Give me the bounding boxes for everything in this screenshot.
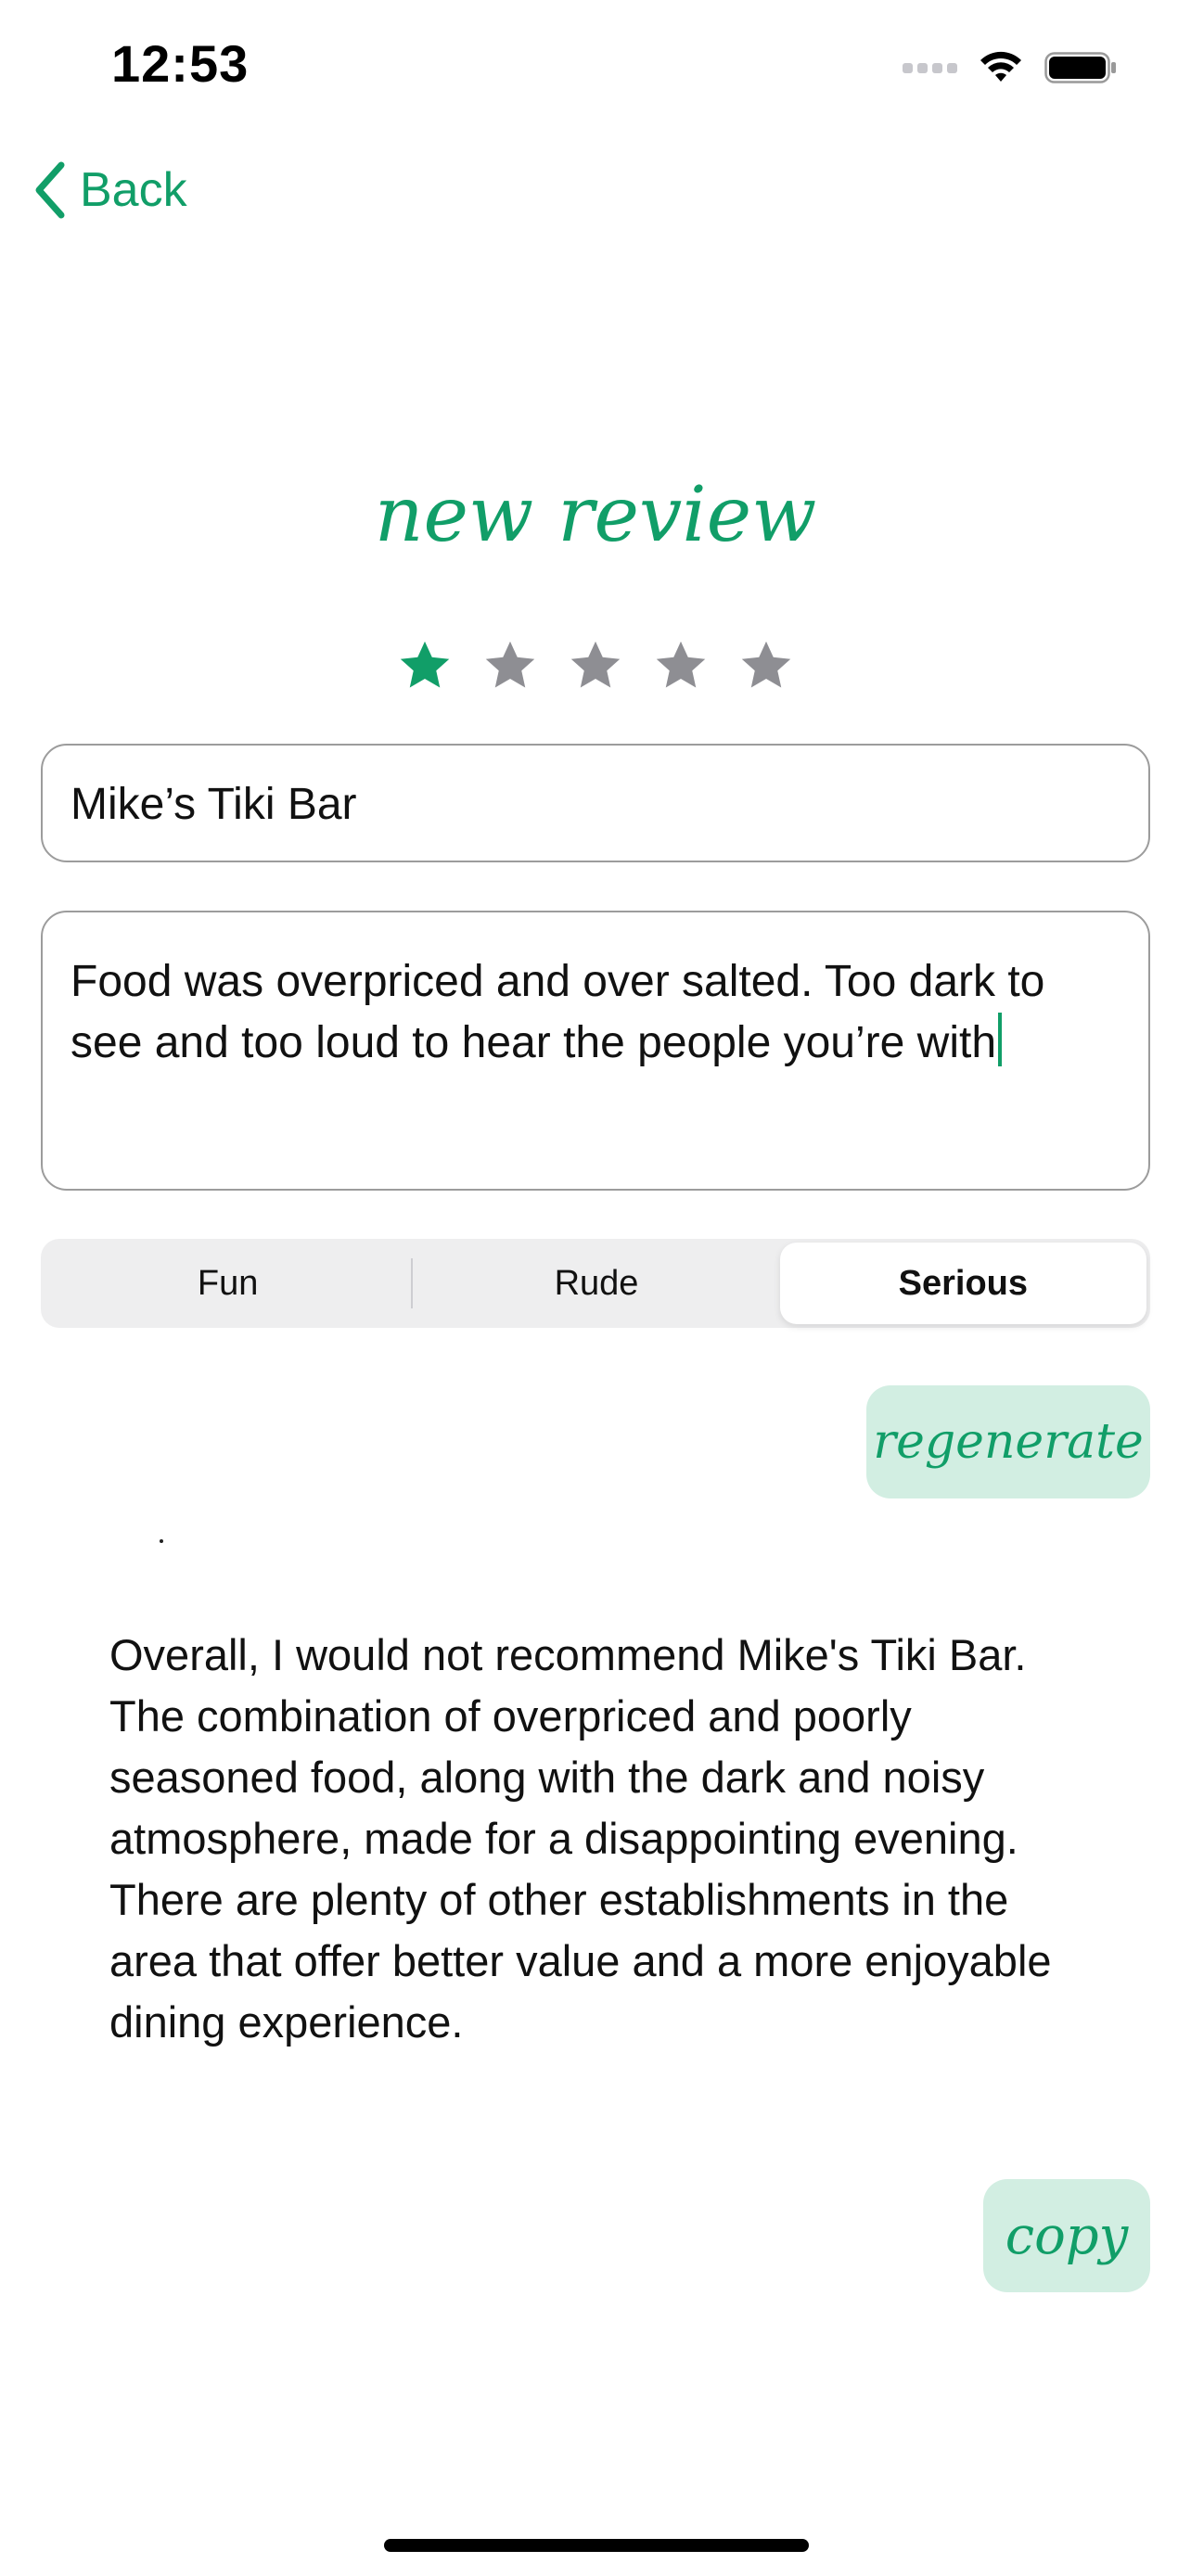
star-icon-4[interactable] xyxy=(653,638,709,694)
tone-segmented-control[interactable]: Fun Rude Serious xyxy=(41,1239,1150,1328)
tone-option-rude[interactable]: Rude xyxy=(413,1243,779,1324)
back-label: Back xyxy=(80,163,187,217)
review-text-value: Food was overpriced and over salted. Too… xyxy=(70,957,1045,1067)
chevron-left-icon xyxy=(35,161,65,219)
tone-option-serious[interactable]: Serious xyxy=(779,1243,1146,1324)
restaurant-name-value: Mike’s Tiki Bar xyxy=(70,780,357,829)
regenerate-button[interactable]: regenerate xyxy=(866,1385,1150,1498)
scroll-remnant-dot xyxy=(160,1539,163,1543)
star-icon-1[interactable] xyxy=(397,638,453,694)
star-icon-3[interactable] xyxy=(568,638,623,694)
battery-icon xyxy=(1044,52,1116,83)
home-indicator[interactable] xyxy=(384,2539,809,2552)
back-button[interactable]: Back xyxy=(33,161,187,219)
status-time: 12:53 xyxy=(111,34,250,93)
restaurant-name-input[interactable]: Mike’s Tiki Bar xyxy=(41,744,1150,862)
copy-button[interactable]: copy xyxy=(983,2179,1150,2292)
text-cursor xyxy=(998,1013,1003,1066)
star-icon-2[interactable] xyxy=(482,638,538,694)
wifi-icon xyxy=(980,51,1021,82)
tone-option-fun[interactable]: Fun xyxy=(45,1243,411,1324)
status-icons xyxy=(903,45,1119,91)
page-title: new review xyxy=(374,471,817,559)
review-text-input[interactable]: Food was overpriced and over salted. Too… xyxy=(41,911,1150,1191)
generated-review-text: Overall, I would not recommend Mike's Ti… xyxy=(109,1630,1052,2047)
star-icon-5[interactable] xyxy=(738,638,794,694)
cellular-signal-icon xyxy=(903,62,957,73)
star-rating[interactable] xyxy=(0,638,1191,694)
